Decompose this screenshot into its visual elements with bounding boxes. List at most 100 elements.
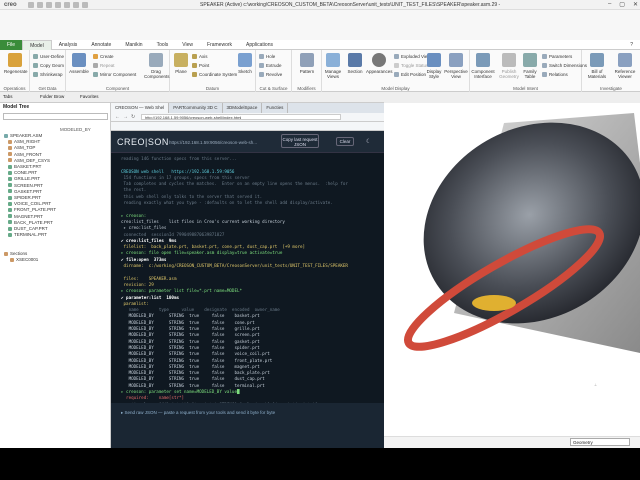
perspective-view-button[interactable]: Perspective View <box>444 53 468 79</box>
tab-annotate[interactable]: Annotate <box>84 40 118 50</box>
window-title: SPEAKER (Active) c:\working\CREOSON_CUST… <box>200 2 500 8</box>
reload-icon[interactable]: ↻ <box>131 114 135 120</box>
hole-button[interactable]: Hole <box>259 54 275 59</box>
publish-geometry-button[interactable]: Publish Geometry <box>496 53 522 79</box>
tree-item[interactable]: GRILLE.PRT <box>8 176 40 181</box>
close-window-icon[interactable] <box>82 2 88 8</box>
help-icon[interactable]: ? <box>623 40 640 50</box>
tree-item[interactable]: FRONT_PLATE.PRT <box>8 207 56 212</box>
tree-item-label: CONE.PRT <box>14 170 38 176</box>
tree-item[interactable]: ASM_DEF_CSYS <box>8 158 50 163</box>
tab-view[interactable]: View <box>175 40 200 50</box>
tab-analysis[interactable]: Analysis <box>52 40 85 50</box>
maximize-button[interactable]: ▢ <box>619 1 625 8</box>
browser-tab-3dmodelspace[interactable]: 3DModelSpace <box>223 103 263 113</box>
undo-icon[interactable] <box>55 2 61 8</box>
selection-filter[interactable]: Geometry <box>570 438 630 446</box>
tab-file[interactable]: File <box>0 40 23 50</box>
regenerate-button[interactable]: Regenerate <box>4 53 28 74</box>
component-interface-button[interactable]: Component Interface <box>470 53 496 79</box>
copy-geometry-button[interactable]: Copy Geometry <box>33 63 64 68</box>
tab-tools[interactable]: Tools <box>150 40 176 50</box>
forward-icon[interactable]: → <box>123 114 128 120</box>
sketch-button[interactable]: Sketch <box>236 53 254 74</box>
family-table-button[interactable]: Family Table <box>520 53 540 79</box>
regenerate-icon[interactable] <box>73 2 79 8</box>
section-item[interactable]: XSEC0001 <box>10 257 38 262</box>
section-item[interactable]: Sections <box>4 251 27 256</box>
manage-views-button[interactable]: Manage Views <box>322 53 344 79</box>
appearances-button[interactable]: Appearances <box>366 53 393 74</box>
pattern-button[interactable]: Pattern <box>296 53 318 74</box>
save-icon[interactable] <box>46 2 52 8</box>
relations-button[interactable]: Relations <box>542 72 568 77</box>
minimize-button[interactable]: – <box>608 1 611 8</box>
bill-of-materials-button[interactable]: Bill of Materials <box>584 53 610 79</box>
point-button[interactable]: Point <box>192 63 209 68</box>
tree-item[interactable]: VOICE_COIL.PRT <box>8 201 51 206</box>
reference-viewer-button[interactable]: Reference Viewer <box>612 53 638 79</box>
tree-item[interactable]: BACK_PLATE.PRT <box>8 220 53 225</box>
browser-tab-creoson[interactable]: CREOSON — Web Shel <box>111 103 170 113</box>
shrinkwrap-button[interactable]: Shrinkwrap <box>33 72 63 77</box>
tree-item[interactable]: TERMINAL.PRT <box>8 232 47 237</box>
section-button[interactable]: Section <box>344 53 366 74</box>
udf-button[interactable]: User-Defined Feature <box>33 54 64 59</box>
drag-components-button[interactable]: Drag Components <box>144 53 170 79</box>
assemble-icon <box>72 53 86 67</box>
tree-item[interactable]: ASM_RIGHT <box>8 139 40 144</box>
nav-tab-model-tree[interactable]: Tabs <box>3 94 13 99</box>
browser-tab-functies[interactable]: Functies <box>262 103 289 113</box>
tree-item[interactable]: SPIDER.PRT <box>8 195 41 200</box>
tree-item[interactable]: GASKET.PRT <box>8 189 42 194</box>
copy-request-button[interactable]: Copy last request JSON <box>281 134 319 148</box>
graphics-viewport[interactable]: ⊥ <box>384 103 640 480</box>
extrude-button[interactable]: Extrude <box>259 63 282 68</box>
repeat-button[interactable]: Repeat <box>93 63 115 68</box>
plane-button[interactable]: Plane <box>172 53 190 74</box>
tree-item[interactable]: DUST_CAP.PRT <box>8 226 48 231</box>
axis-button[interactable]: Axis <box>192 54 208 59</box>
theme-toggle-icon[interactable]: ☾ <box>366 138 371 145</box>
tree-item[interactable]: SPEAKER.ASM <box>4 133 42 138</box>
url-input[interactable]: http://192.168.1.59:9056/creoson-web-she… <box>141 114 341 120</box>
edit-position-button[interactable]: Edit Position <box>394 72 426 77</box>
switch-dimensions-button[interactable]: Switch Dimensions <box>542 63 587 68</box>
tree-item[interactable]: MAGNET.PRT <box>8 214 43 219</box>
tab-applications[interactable]: Applications <box>239 40 280 50</box>
send-raw-json-link[interactable]: ▸ Send raw JSON — paste a request from y… <box>121 410 275 416</box>
appearances-icon <box>372 53 386 67</box>
model-tree-search[interactable] <box>3 113 108 120</box>
clear-button[interactable]: Clear <box>336 137 354 146</box>
display-style-button[interactable]: Display Style <box>424 53 444 79</box>
nav-tab-favorites[interactable]: Favorites <box>80 94 99 99</box>
tab-manikin[interactable]: Manikin <box>118 40 149 50</box>
tree-item[interactable]: ASM_TOP <box>8 145 35 150</box>
tree-item-label: ASM_RIGHT <box>14 139 41 145</box>
extrude-icon <box>259 63 264 68</box>
create-button[interactable]: Create <box>93 54 114 59</box>
bom-icon <box>590 53 604 67</box>
section-icon <box>10 257 14 262</box>
revolve-button[interactable]: Revolve <box>259 72 282 77</box>
redo-icon[interactable] <box>64 2 70 8</box>
tab-model[interactable]: Model <box>22 40 52 50</box>
new-icon[interactable] <box>28 2 34 8</box>
back-icon[interactable]: ← <box>115 114 120 120</box>
tree-item[interactable]: CONE.PRT <box>8 170 37 175</box>
tree-item-label: ASM_FRONT <box>14 151 42 157</box>
coordinate-system-button[interactable]: Coordinate System <box>192 72 237 77</box>
tree-column-header[interactable]: MODELED_BY <box>60 127 91 132</box>
open-icon[interactable] <box>37 2 43 8</box>
tree-item[interactable]: SCREEN.PRT <box>8 183 43 188</box>
close-button[interactable]: ✕ <box>633 1 638 8</box>
tab-framework[interactable]: Framework <box>200 40 239 50</box>
tree-item[interactable]: BASKET.PRT <box>8 164 41 169</box>
nav-tab-folder-browser[interactable]: Folder Brow <box>40 94 64 99</box>
assemble-button[interactable]: Assemble <box>68 53 90 74</box>
terminal-output[interactable]: reading 146 function specs from this ser… <box>111 153 384 403</box>
mirror-component-button[interactable]: Mirror Component <box>93 72 136 77</box>
browser-tab-partcommunity[interactable]: PARTcommunity 3D C <box>169 103 223 113</box>
parameters-button[interactable]: Parameters <box>542 54 572 59</box>
tree-item[interactable]: ASM_FRONT <box>8 152 42 157</box>
